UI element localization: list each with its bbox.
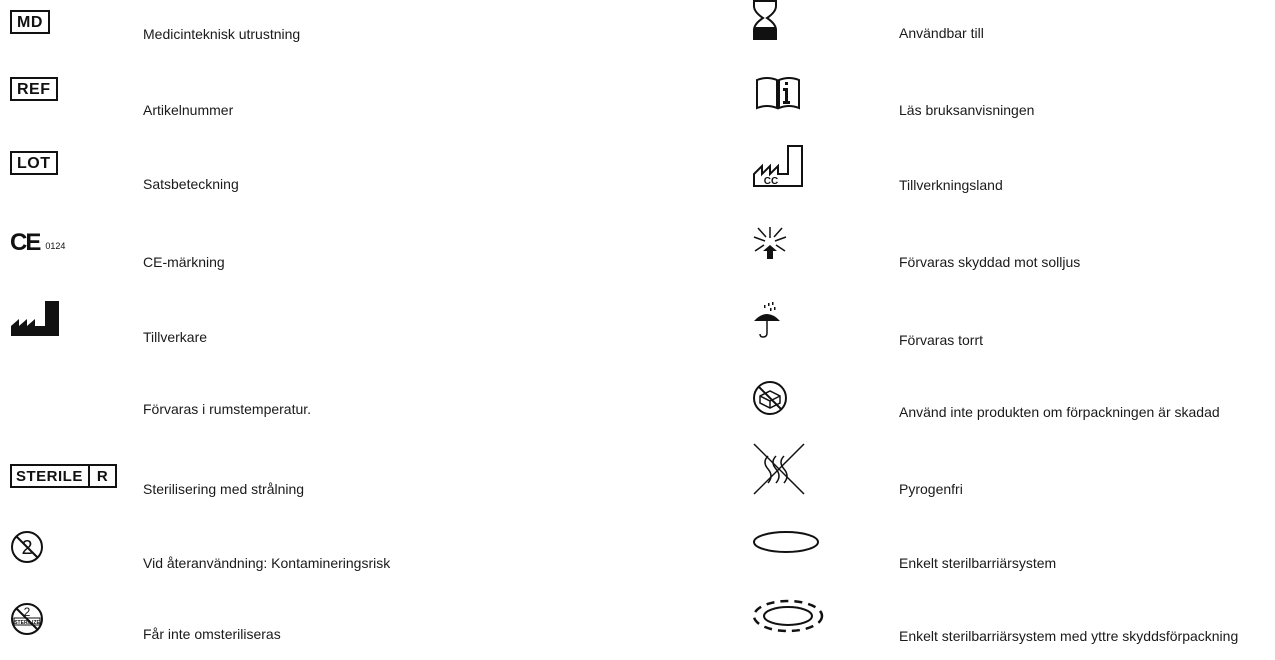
symbol-list-right: Användbar till Läs bruksanvisningen CC T… xyxy=(640,0,1275,648)
symbol-label: Medicinteknisk utrustning xyxy=(143,26,301,42)
symbol-label: Sterilisering med strålning xyxy=(143,481,305,497)
symbol-label: Läs bruksanvisningen xyxy=(899,102,1035,118)
list-item: Förvaras skyddad mot solljus xyxy=(640,222,1275,282)
list-item: 2 STERILIZE Får inte omsteriliseras xyxy=(0,600,640,660)
symbol-label: Tillverkare xyxy=(143,329,208,345)
non-pyrogenic-icon xyxy=(752,440,806,498)
symbol-label: Förvaras torrt xyxy=(899,332,984,348)
svg-text:2: 2 xyxy=(24,605,31,619)
list-item: CE 0124 CE-märkning xyxy=(0,225,640,285)
symbol-label: Förvaras skyddad mot solljus xyxy=(899,254,1081,270)
md-medical-device-icon: MD xyxy=(10,2,50,42)
list-item: 2 Vid återanvändning: Kontamineringsrisk xyxy=(0,528,640,588)
symbol-label: Förvaras i rumstemperatur. xyxy=(143,401,312,417)
manufacturer-icon xyxy=(10,295,60,340)
list-item: Pyrogenfri xyxy=(640,440,1275,500)
svg-text:STERILIZE: STERILIZE xyxy=(14,620,40,626)
list-item: Förvaras torrt xyxy=(640,300,1275,360)
svg-text:2: 2 xyxy=(21,537,32,559)
list-item: Enkelt sterilbarriärsystem med yttre sky… xyxy=(640,596,1275,656)
do-not-reuse-icon: 2 xyxy=(10,528,44,566)
list-item: REF Artikelnummer xyxy=(0,69,640,129)
symbol-label: Artikelnummer xyxy=(143,102,234,118)
ref-catalogue-number-icon: REF xyxy=(10,69,58,109)
keep-away-from-sunlight-icon xyxy=(752,222,788,264)
list-item: MD Medicinteknisk utrustning xyxy=(0,2,640,62)
list-item: Använd inte produkten om förpackningen ä… xyxy=(640,375,1275,435)
list-item: Användbar till xyxy=(640,0,1275,60)
symbol-label: Användbar till xyxy=(899,25,984,41)
list-item: STERILE R Sterilisering med strålning xyxy=(0,458,640,518)
consult-instructions-icon xyxy=(755,75,801,111)
symbol-label: Använd inte produkten om förpackningen ä… xyxy=(899,404,1220,420)
symbol-label: CE-märkning xyxy=(143,254,225,270)
symbol-label: Satsbeteckning xyxy=(143,176,239,192)
symbol-label: Enkelt sterilbarriärsystem med yttre sky… xyxy=(899,628,1239,644)
list-item: Förvaras i rumstemperatur. xyxy=(0,380,640,440)
keep-dry-umbrella-icon xyxy=(752,300,782,340)
symbol-label: Tillverkningsland xyxy=(899,177,1003,193)
ce-mark-icon: CE 0124 xyxy=(10,229,66,256)
symbol-list-left: MD Medicinteknisk utrustning REF Artikel… xyxy=(0,0,640,648)
list-item: CC Tillverkningsland xyxy=(640,143,1275,203)
do-not-resterilize-icon: 2 STERILIZE xyxy=(10,600,44,638)
svg-text:CC: CC xyxy=(764,176,778,187)
list-item: LOT Satsbeteckning xyxy=(0,143,640,203)
list-item: Tillverkare xyxy=(0,295,640,355)
single-sterile-barrier-icon xyxy=(752,527,820,557)
sterile-r-icon: STERILE R xyxy=(10,458,118,493)
hourglass-use-by-icon xyxy=(752,0,778,40)
country-of-manufacture-icon: CC xyxy=(752,143,804,188)
symbol-label: Vid återanvändning: Kontamineringsrisk xyxy=(143,555,391,571)
lot-batch-code-icon: LOT xyxy=(10,143,58,183)
list-item: Enkelt sterilbarriärsystem xyxy=(640,527,1275,587)
list-item: Läs bruksanvisningen xyxy=(640,75,1275,135)
do-not-use-if-damaged-icon xyxy=(752,375,788,420)
symbol-label: Pyrogenfri xyxy=(899,481,963,497)
sterile-barrier-with-protective-packaging-icon xyxy=(750,596,826,636)
symbol-label: Enkelt sterilbarriärsystem xyxy=(899,555,1057,571)
symbol-label: Får inte omsteriliseras xyxy=(143,626,281,642)
